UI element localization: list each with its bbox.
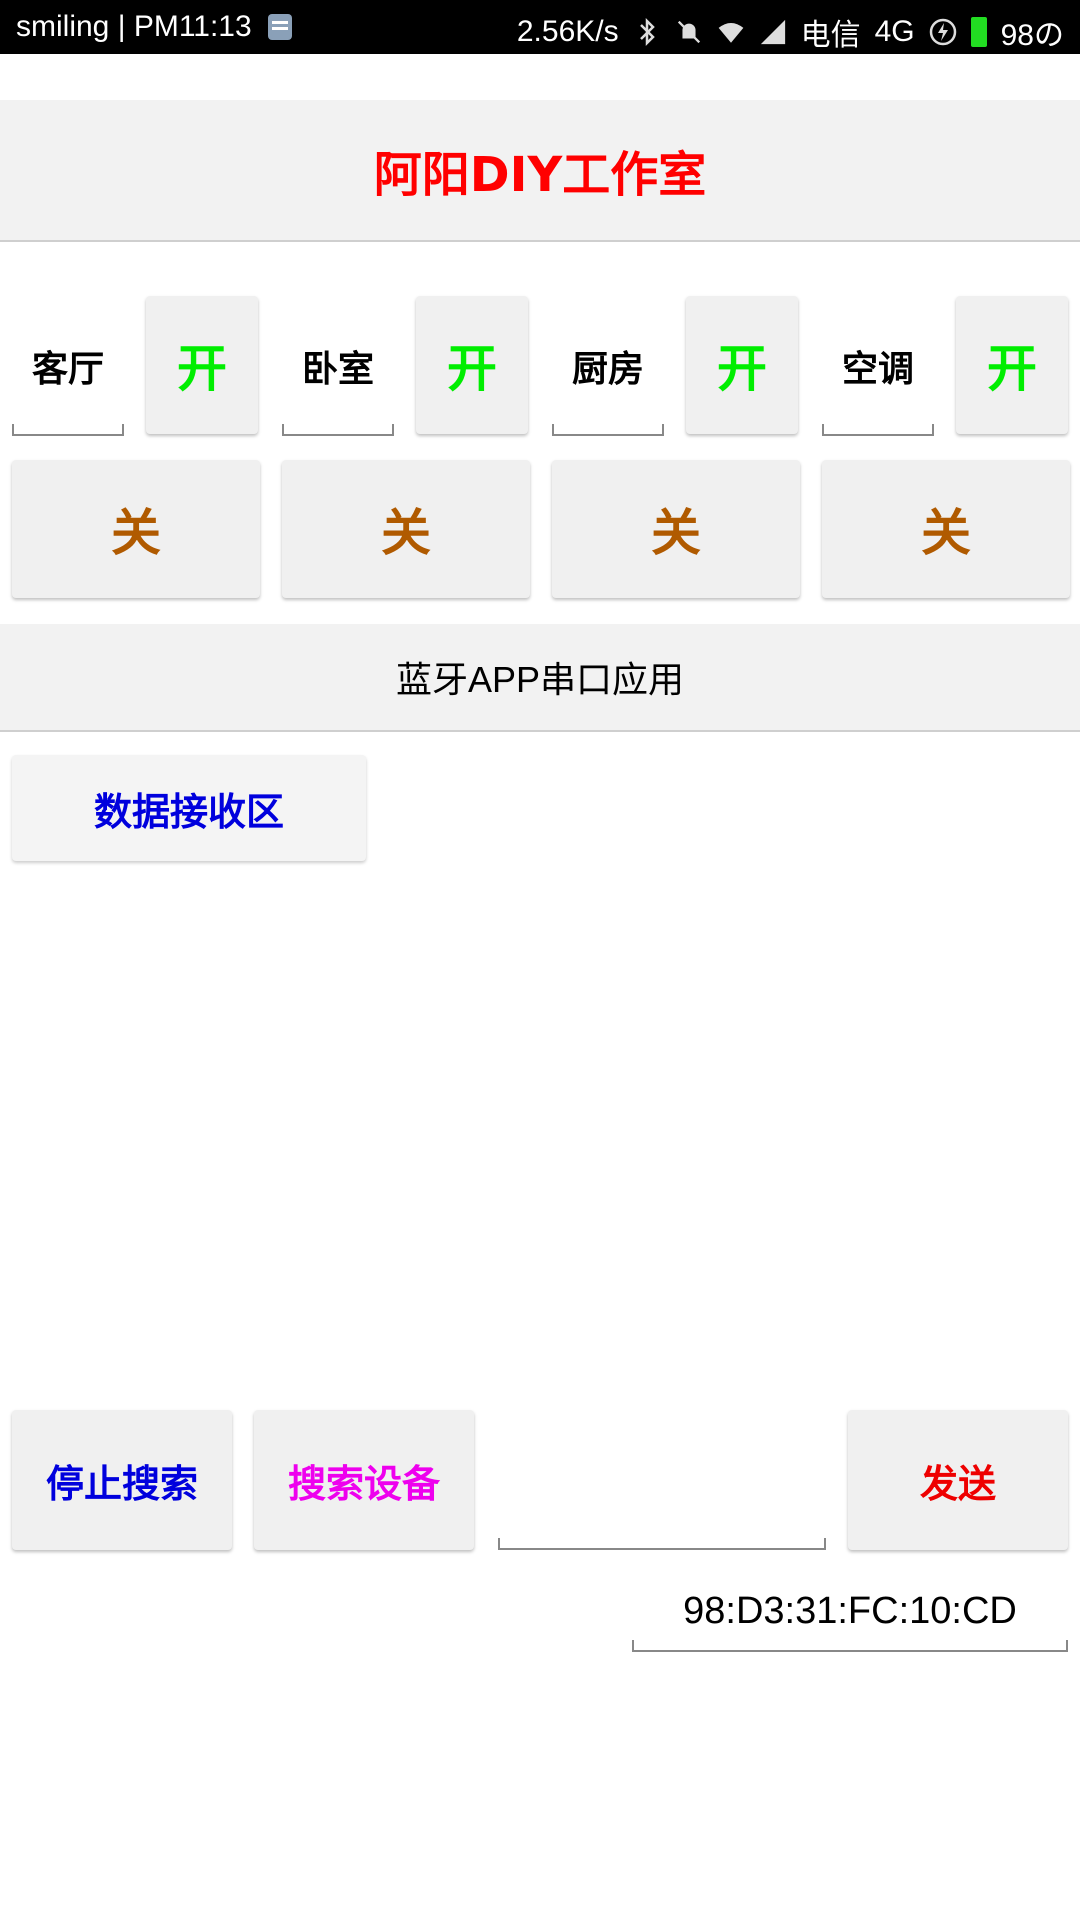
section-subtitle: 蓝牙APP串口应用 [0, 624, 1080, 732]
receive-area-button[interactable]: 数据接收区 [12, 755, 366, 861]
wifi-icon [717, 17, 745, 47]
status-battery-text: 98の [1000, 19, 1064, 52]
room-1-off-button[interactable]: 关 [12, 460, 260, 598]
receive-content [12, 880, 1068, 1380]
status-network-type: 4G [874, 15, 915, 48]
room-2-off-button[interactable]: 关 [282, 460, 530, 598]
room-4-off-button[interactable]: 关 [822, 460, 1070, 598]
room-1-on-button[interactable]: 开 [146, 296, 258, 434]
room-3-off-button[interactable]: 关 [552, 460, 800, 598]
app-title-bar: 阿阳DIY工作室 [0, 100, 1080, 242]
status-carrier-text: smiling | PM11:13 [16, 10, 252, 43]
status-bar: smiling | PM11:13 2.56K/s 电信 4G 98の [0, 0, 1080, 54]
signal-icon [759, 17, 787, 47]
room-4-on-button[interactable]: 开 [956, 296, 1068, 434]
bluetooth-icon [633, 17, 661, 47]
room-label-3[interactable]: 厨房 [552, 296, 664, 436]
charging-icon [929, 17, 957, 47]
room-label-4[interactable]: 空调 [822, 296, 934, 436]
app-title: 阿阳DIY工作室 [373, 147, 707, 203]
search-device-button[interactable]: 搜索设备 [254, 1410, 474, 1550]
stop-search-button[interactable]: 停止搜索 [12, 1410, 232, 1550]
mute-bell-icon [675, 17, 703, 47]
mac-address-field[interactable]: 98:D3:31:FC:10:CD [632, 1570, 1068, 1652]
battery-icon [970, 17, 987, 47]
room-2-on-button[interactable]: 开 [416, 296, 528, 434]
send-button[interactable]: 发送 [848, 1410, 1068, 1550]
status-speed: 2.56K/s [516, 15, 619, 48]
room-label-1[interactable]: 客厅 [12, 296, 124, 436]
send-input[interactable] [498, 1410, 826, 1550]
notification-icon [266, 12, 294, 42]
status-network-name: 电信 [800, 19, 861, 52]
room-label-2[interactable]: 卧室 [282, 296, 394, 436]
room-3-on-button[interactable]: 开 [686, 296, 798, 434]
